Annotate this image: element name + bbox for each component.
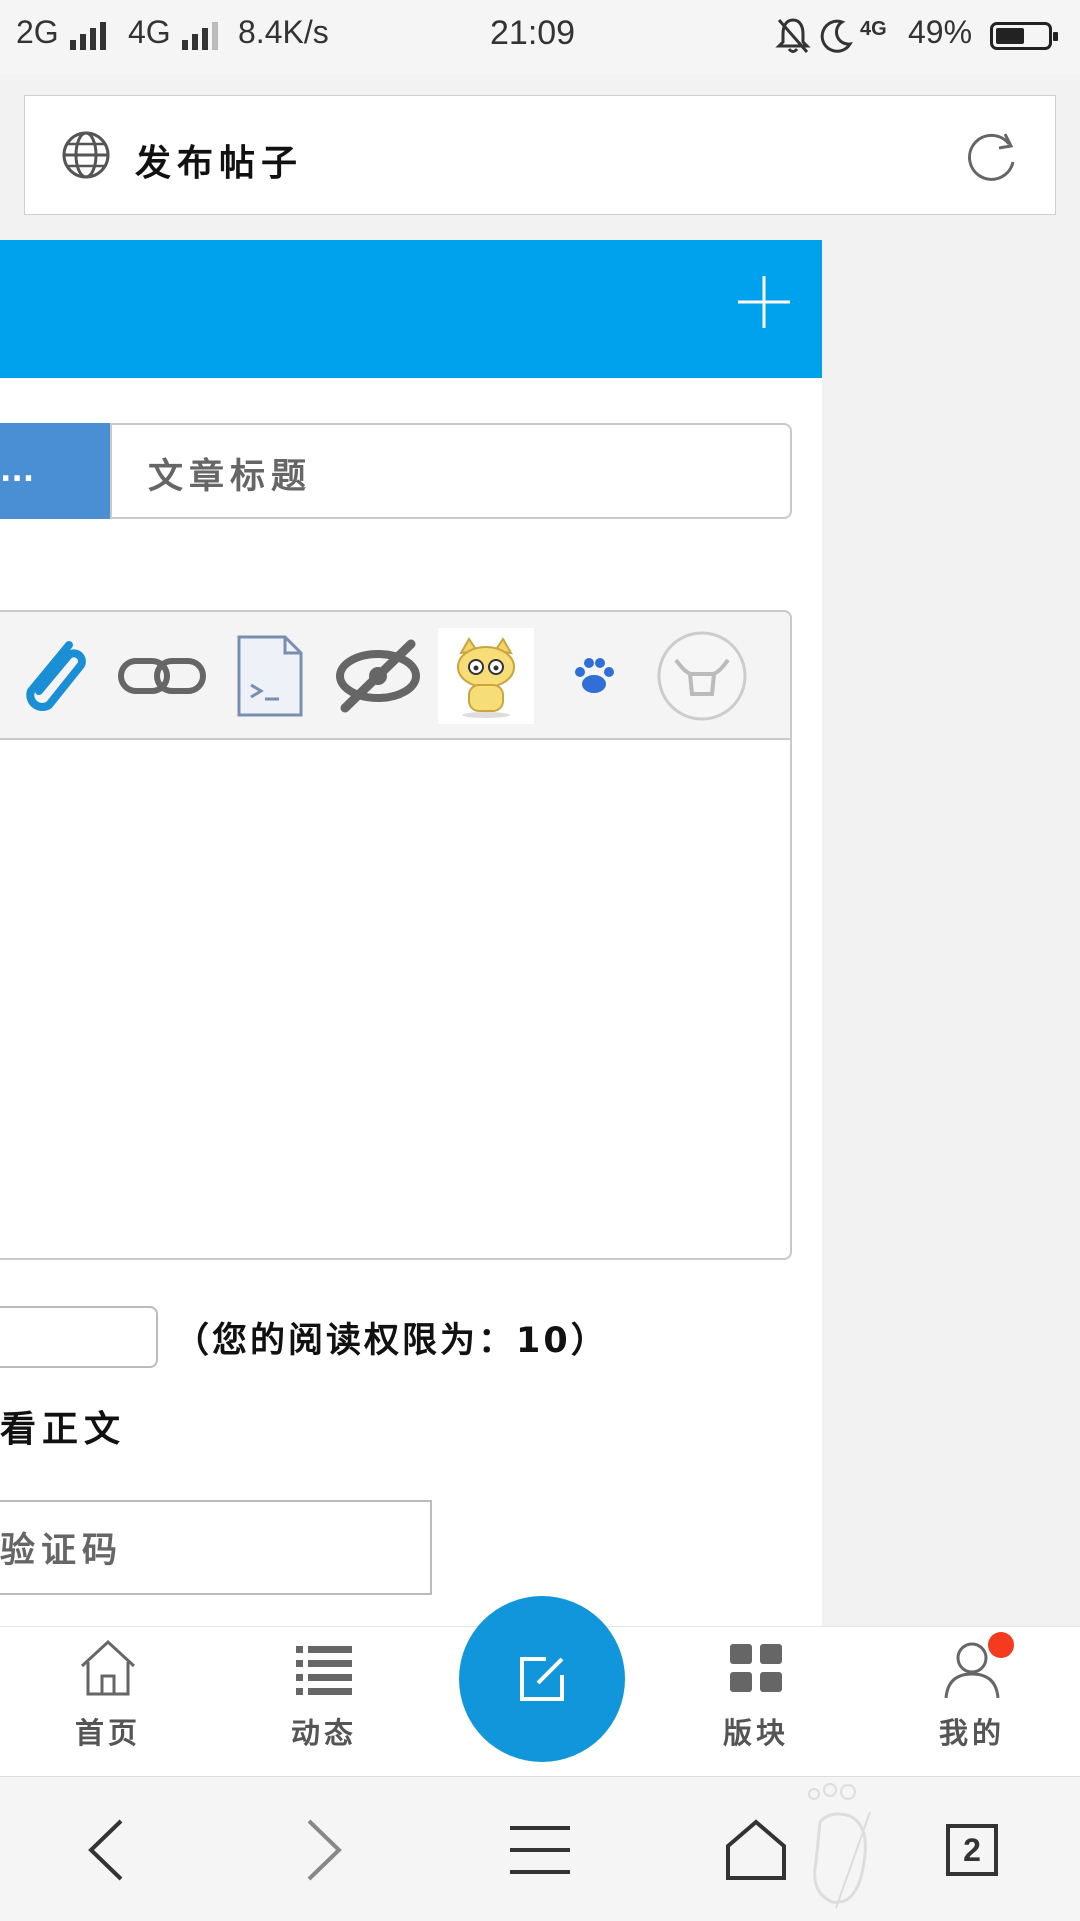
cat-emoji-icon[interactable] [438, 628, 534, 724]
read-permission-input[interactable] [0, 1306, 158, 1368]
footprint-watermark-icon [808, 1783, 871, 1909]
read-permission-text: （您的阅读权限为：10） [174, 1321, 609, 1361]
network-speed: 8.4K/s [238, 14, 329, 50]
captcha-placeholder: 验证码 [0, 1531, 124, 1571]
network-type-2: 4G [128, 14, 171, 50]
address-bar[interactable]: 发布帖子 [24, 95, 1056, 215]
page-header [0, 240, 822, 378]
category-select[interactable]: ... [0, 423, 112, 519]
notification-dot [988, 1632, 1014, 1658]
tab-me[interactable]: 我的 [892, 1636, 1052, 1766]
tabs-button[interactable]: 2 [932, 1810, 1012, 1890]
chevron-left-icon [88, 1819, 123, 1881]
plus-icon[interactable] [736, 274, 792, 330]
globe-icon [62, 131, 110, 179]
moon-icon [820, 19, 853, 53]
paperclip-icon[interactable] [4, 628, 100, 724]
new-post-button[interactable] [459, 1596, 625, 1762]
side-gutter [822, 240, 1080, 1626]
tab-home-label: 首页 [74, 1716, 141, 1750]
chevron-right-icon [307, 1819, 342, 1881]
tab-feed-label: 动态 [290, 1716, 357, 1750]
link-icon[interactable] [114, 628, 210, 724]
clock: 21:09 [490, 14, 576, 52]
signal-icon-2 [182, 20, 218, 50]
back-button[interactable] [66, 1810, 146, 1890]
tab-me-label: 我的 [938, 1716, 1005, 1750]
paw-icon[interactable] [546, 628, 642, 724]
tab-boards-label: 版块 [722, 1716, 789, 1750]
title-placeholder: 文章标题 [148, 457, 313, 497]
network-type-1: 2G [16, 14, 59, 50]
signal-icon-1 [70, 20, 106, 50]
home-button[interactable] [716, 1810, 796, 1890]
tab-boards[interactable]: 版块 [676, 1636, 836, 1766]
mute-bell-icon [775, 18, 811, 53]
view-body-text: 看正文 [0, 1409, 127, 1450]
tab-count: 2 [946, 1824, 998, 1876]
grid-icon [730, 1644, 782, 1692]
home-icon [80, 1639, 136, 1696]
forward-button[interactable] [284, 1810, 364, 1890]
category-label: ... [0, 453, 35, 489]
reload-icon[interactable] [965, 128, 1021, 184]
edit-icon [520, 1657, 564, 1701]
list-icon [296, 1646, 352, 1695]
menu-icon [510, 1826, 570, 1874]
page-title: 发布帖子 [135, 143, 304, 184]
battery-icon [990, 22, 1058, 50]
tab-home[interactable]: 首页 [28, 1636, 188, 1766]
code-icon[interactable] [222, 628, 318, 724]
lte-indicator: 4G [860, 18, 887, 40]
battery-percent: 49% [908, 14, 973, 50]
house-icon [726, 1819, 786, 1880]
menu-button[interactable] [500, 1810, 580, 1890]
bull-icon[interactable] [654, 628, 750, 724]
hide-icon[interactable] [330, 628, 426, 724]
tab-feed[interactable]: 动态 [244, 1636, 404, 1766]
